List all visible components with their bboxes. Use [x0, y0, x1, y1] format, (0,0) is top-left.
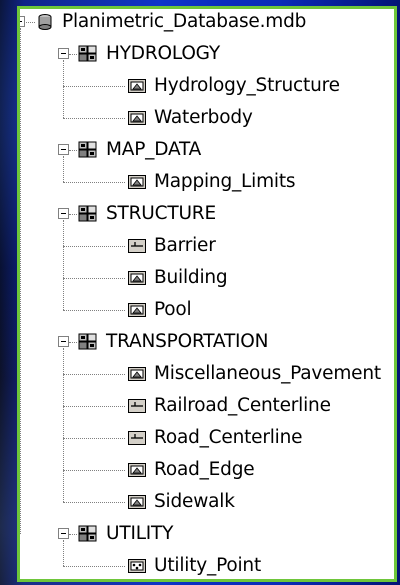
tree-node-label: Barrier [154, 234, 216, 256]
tree-connector [63, 406, 125, 407]
tree-connector [63, 60, 64, 118]
tree-connector [63, 566, 125, 567]
collapse-toggle-icon[interactable] [58, 336, 69, 347]
line-feature-class-icon [128, 429, 146, 447]
tree-node-railroad-centerline[interactable]: Railroad_Centerline [128, 391, 331, 421]
polygon-feature-class-icon [128, 301, 146, 319]
catalog-tree: Planimetric_Database.mdb HYDROLOGY Hydrolo… [20, 9, 394, 579]
tree-node-label: Miscellaneous_Pavement [154, 362, 381, 384]
tree-node-label: Waterbody [154, 106, 253, 128]
tree-node-label: Hydrology_Structure [154, 74, 340, 96]
collapse-toggle-icon[interactable] [20, 16, 25, 27]
tree-node-building[interactable]: Building [128, 263, 228, 293]
line-feature-class-icon [128, 397, 146, 415]
feature-dataset-icon [78, 333, 98, 351]
tree-connector [26, 22, 35, 23]
tree-node-label: Road_Edge [154, 458, 255, 480]
tree-connector [63, 118, 125, 119]
tree-node-label: Mapping_Limits [154, 170, 296, 192]
database-cylinder-icon [36, 13, 54, 31]
tree-node-label: Planimetric_Database.mdb [62, 10, 307, 32]
tree-node-utility[interactable]: UTILITY [78, 519, 173, 549]
polygon-feature-class-icon [128, 77, 146, 95]
tree-node-label: Building [154, 266, 228, 288]
tree-connector [63, 470, 125, 471]
tree-connector [69, 54, 77, 55]
tree-connector [63, 310, 125, 311]
point-feature-class-icon [128, 557, 146, 575]
tree-node-pool[interactable]: Pool [128, 295, 192, 325]
tree-connector [69, 150, 77, 151]
tree-connector [63, 220, 64, 310]
tree-node-hydrology[interactable]: HYDROLOGY [78, 39, 220, 69]
feature-dataset-icon [78, 205, 98, 223]
tree-node-waterbody[interactable]: Waterbody [128, 103, 253, 133]
tree-node-structure[interactable]: STRUCTURE [78, 199, 216, 229]
tree-node-label: Railroad_Centerline [154, 394, 331, 416]
tree-node-label: STRUCTURE [106, 202, 216, 224]
tree-node-miscellaneous-pavement[interactable]: Miscellaneous_Pavement [128, 359, 381, 389]
tree-node-hydrology-structure[interactable]: Hydrology_Structure [128, 71, 340, 101]
feature-dataset-icon [78, 141, 98, 159]
tree-connector [63, 438, 125, 439]
tree-node-label: TRANSPORTATION [106, 330, 269, 352]
collapse-toggle-icon[interactable] [58, 144, 69, 155]
collapse-toggle-icon[interactable] [58, 528, 69, 539]
tree-node-label: Utility_Point [154, 554, 261, 576]
line-feature-class-icon [128, 237, 146, 255]
tree-connector [63, 348, 64, 502]
polygon-feature-class-icon [128, 461, 146, 479]
polygon-feature-class-icon [128, 173, 146, 191]
tree-node-sidewalk[interactable]: Sidewalk [128, 487, 235, 517]
tree-node-label: UTILITY [106, 522, 174, 544]
collapse-toggle-icon[interactable] [58, 208, 69, 219]
tree-node-label: HYDROLOGY [106, 42, 220, 64]
tree-connector [63, 502, 125, 503]
tree-node-mapping-limits[interactable]: Mapping_Limits [128, 167, 296, 197]
tree-connector [63, 278, 125, 279]
polygon-feature-class-icon [128, 365, 146, 383]
tree-connector [63, 156, 64, 182]
collapse-toggle-icon[interactable] [58, 48, 69, 59]
feature-dataset-icon [78, 45, 98, 63]
tree-connector [63, 540, 64, 566]
tree-node-label: MAP_DATA [106, 138, 202, 160]
catalog-tree-panel: Planimetric_Database.mdb HYDROLOGY Hydrolo… [17, 6, 397, 582]
tree-node-road-edge[interactable]: Road_Edge [128, 455, 255, 485]
tree-node-transportation[interactable]: TRANSPORTATION [78, 327, 269, 357]
polygon-feature-class-icon [128, 493, 146, 511]
tree-connector [63, 374, 125, 375]
tree-node-utility-point[interactable]: Utility_Point [128, 551, 261, 579]
tree-node-label: Pool [154, 298, 192, 320]
tree-connector [69, 534, 77, 535]
tree-connector [63, 86, 125, 87]
tree-connector [69, 214, 77, 215]
polygon-feature-class-icon [128, 269, 146, 287]
tree-connector [20, 28, 21, 534]
tree-connector [63, 246, 125, 247]
tree-node-label: Sidewalk [154, 490, 235, 512]
tree-node-road-centerline[interactable]: Road_Centerline [128, 423, 303, 453]
polygon-feature-class-icon [128, 109, 146, 127]
tree-node-barrier[interactable]: Barrier [128, 231, 216, 261]
tree-node-map-data[interactable]: MAP_DATA [78, 135, 201, 165]
tree-connector [63, 182, 125, 183]
feature-dataset-icon [78, 525, 98, 543]
tree-node-planimetric-database-mdb[interactable]: Planimetric_Database.mdb [36, 9, 307, 37]
tree-connector [69, 342, 77, 343]
tree-node-label: Road_Centerline [154, 426, 303, 448]
